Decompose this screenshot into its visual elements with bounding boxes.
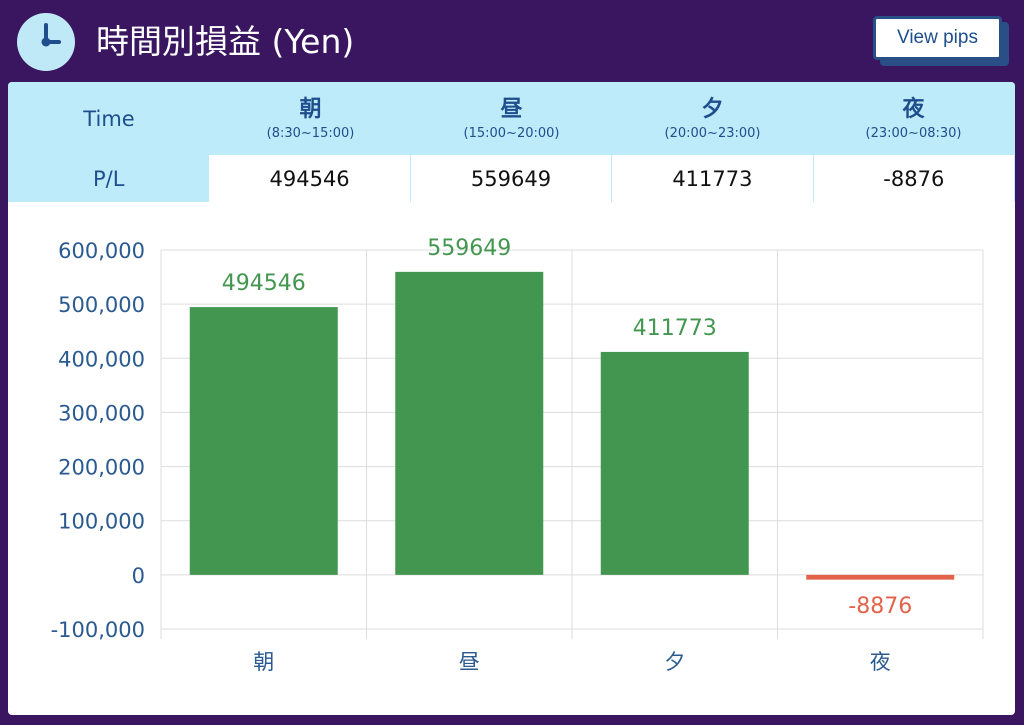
period-name: 夕 — [701, 96, 724, 122]
y-tick-label: 600,000 — [58, 239, 145, 263]
bar — [189, 307, 338, 575]
page-title: 時間別損益 (Yen) — [96, 22, 355, 61]
bar — [806, 574, 955, 580]
period-range: (23:00~08:30) — [865, 125, 962, 141]
pl-row-label: P/L — [92, 166, 125, 191]
pl-value: 411773 — [612, 155, 813, 202]
y-tick-label: 0 — [132, 564, 145, 588]
pl-bar-chart: 600,000 500,000 400,000 300,000 200,000 100,0… — [51, 236, 984, 674]
x-tick-label: 夕 — [664, 650, 685, 674]
period-range: (20:00~23:00) — [664, 125, 761, 141]
pl-table: Time 朝 (8:30~15:00) 昼 (15:00~20:00) 夕 (2… — [8, 82, 1015, 202]
y-tick-label: 400,000 — [58, 347, 145, 371]
time-row-label: Time — [83, 106, 135, 131]
y-tick-label: 300,000 — [58, 401, 145, 425]
bar — [600, 351, 749, 575]
clock-icon — [17, 13, 75, 71]
data-label: 411773 — [633, 316, 717, 341]
y-tick-label: 100,000 — [58, 510, 145, 534]
period-header: 夜 (23:00~08:30) — [813, 82, 1014, 155]
period-header: 朝 (8:30~15:00) — [210, 82, 411, 155]
period-header: 夕 (20:00~23:00) — [612, 82, 813, 155]
pl-row: P/L 494546 559649 411773 -8876 — [8, 155, 1015, 202]
y-tick-label: 500,000 — [58, 293, 145, 317]
period-header: 昼 (15:00~20:00) — [411, 82, 612, 155]
x-tick-label: 昼 — [459, 650, 480, 674]
view-pips-button[interactable]: View pips — [873, 16, 1002, 60]
period-name: 朝 — [299, 96, 322, 122]
y-tick-label: 200,000 — [58, 456, 145, 480]
period-name: 昼 — [500, 96, 523, 122]
period-name: 夜 — [902, 96, 925, 122]
pl-card: Time 朝 (8:30~15:00) 昼 (15:00~20:00) 夕 (2… — [8, 82, 1015, 715]
data-label: 494546 — [222, 271, 306, 296]
time-row: Time 朝 (8:30~15:00) 昼 (15:00~20:00) 夕 (2… — [8, 82, 1015, 155]
pl-value: 559649 — [410, 155, 612, 202]
data-label: -8876 — [848, 594, 912, 619]
period-range: (15:00~20:00) — [463, 125, 560, 141]
x-tick-label: 朝 — [253, 650, 274, 674]
header: 時間別損益 (Yen) View pips — [0, 0, 1024, 82]
pl-value: -8876 — [813, 155, 1015, 202]
period-range: (8:30~15:00) — [266, 125, 355, 141]
bar — [395, 271, 544, 575]
y-tick-label: -100,000 — [51, 618, 145, 642]
data-label: 559649 — [427, 236, 511, 261]
pl-value: 494546 — [209, 155, 410, 202]
x-tick-label: 夜 — [870, 650, 891, 674]
